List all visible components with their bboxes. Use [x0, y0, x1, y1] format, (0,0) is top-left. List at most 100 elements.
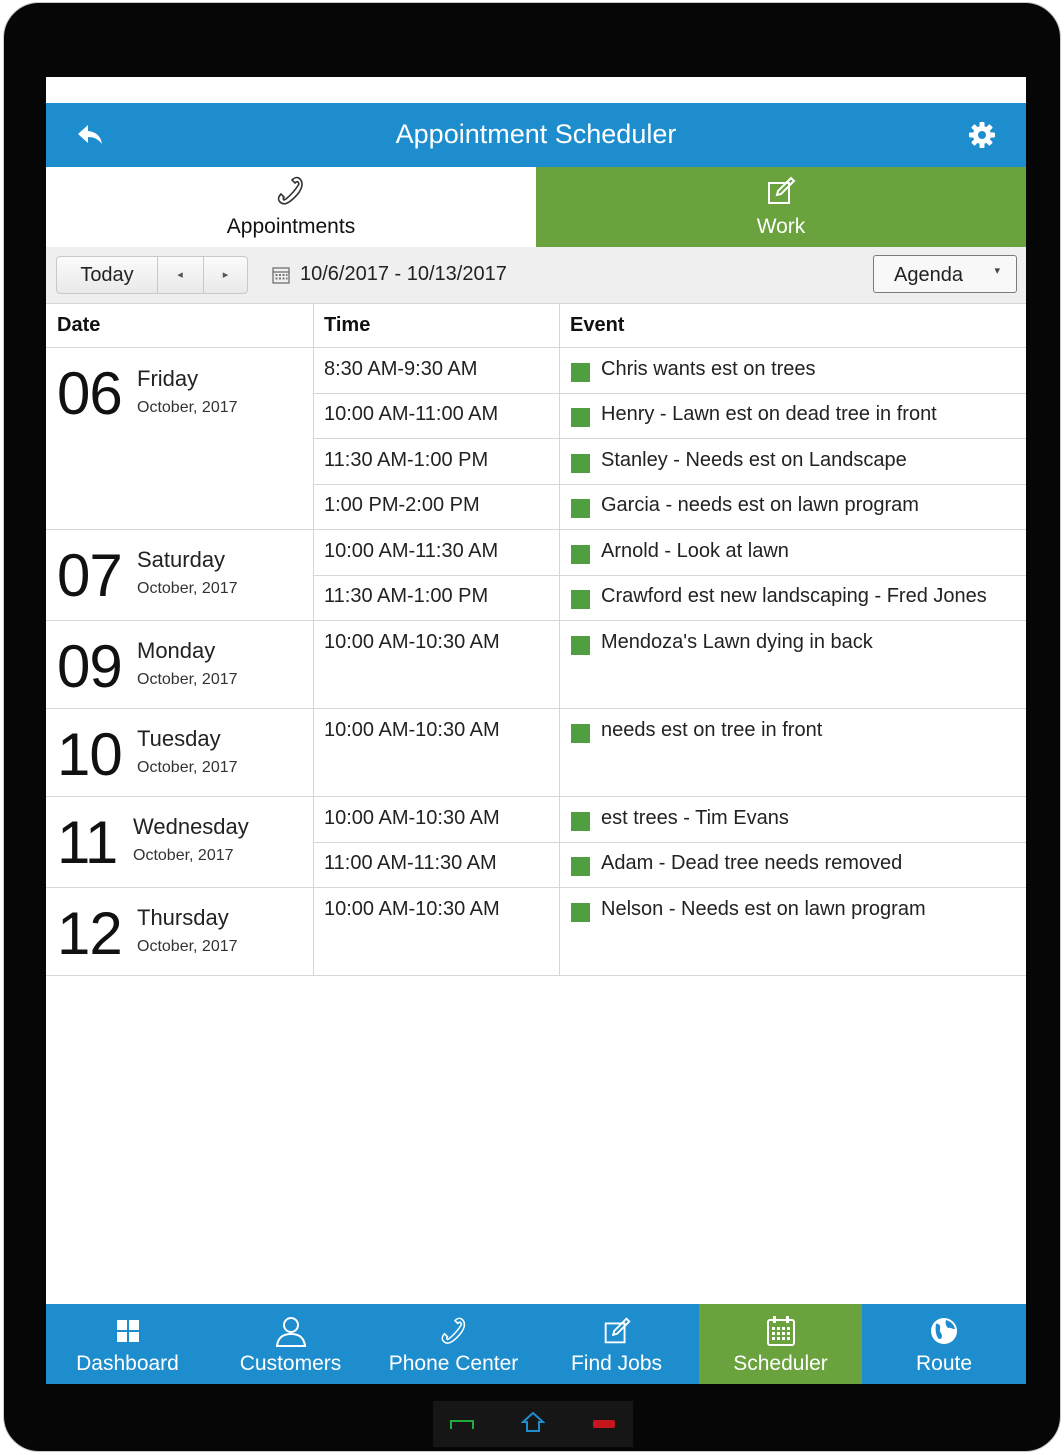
- event-color-square: [571, 857, 590, 876]
- phone-icon: [277, 176, 303, 205]
- nav-phone-center[interactable]: Phone Center: [372, 1304, 535, 1384]
- table-row[interactable]: 10:00 AM-11:00 AM Henry - Lawn est on de…: [314, 393, 1026, 439]
- day-number: 10: [57, 721, 123, 788]
- phone-icon: [441, 1317, 465, 1344]
- day-month: October, 2017: [137, 399, 238, 416]
- event-title: Garcia - needs est on lawn program: [601, 494, 919, 516]
- event-color-square: [571, 903, 590, 922]
- tab-appointments[interactable]: Appointments: [46, 167, 536, 247]
- event-color-square: [571, 724, 590, 743]
- event-time: 11:00 AM-11:30 AM: [324, 852, 497, 874]
- event-color-square: [571, 408, 590, 427]
- event-color-square: [571, 499, 590, 518]
- event-color-square: [571, 363, 590, 382]
- table-row[interactable]: 8:30 AM-9:30 AM Chris wants est on trees: [314, 348, 1026, 394]
- day-name: Monday: [137, 638, 216, 663]
- page-title: Appointment Scheduler: [395, 119, 677, 149]
- day-group: 09 Monday October, 2017 10:00 AM-10:30 A…: [46, 621, 1026, 709]
- column-header-time: Time: [324, 314, 371, 336]
- tab-work[interactable]: Work: [536, 167, 1026, 247]
- table-row[interactable]: 10:00 AM-11:30 AM Arnold - Look at lawn: [314, 530, 1026, 576]
- table-row[interactable]: 10:00 AM-10:30 AM needs est on tree in f…: [314, 709, 1026, 754]
- event-time: 10:00 AM-10:30 AM: [324, 898, 500, 920]
- event-time: 10:00 AM-10:30 AM: [324, 631, 500, 653]
- event-time: 10:00 AM-10:30 AM: [324, 807, 500, 829]
- event-time: 11:30 AM-1:00 PM: [324, 585, 489, 607]
- android-softkeys: [433, 1401, 633, 1447]
- table-row[interactable]: 11:00 AM-11:30 AM Adam - Dead tree needs…: [314, 842, 1026, 887]
- day-group: 06 Friday October, 2017 8:30 AM-9:30 AM …: [46, 348, 1026, 530]
- event-color-square: [571, 545, 590, 564]
- agenda-table: Date Time Event 06 Friday October, 2017 …: [46, 303, 1026, 976]
- event-title: Stanley - Needs est on Landscape: [601, 449, 907, 471]
- prev-button[interactable]: ◂: [157, 257, 204, 293]
- nav-route[interactable]: Route: [862, 1304, 1026, 1384]
- day-number: 07: [57, 542, 123, 609]
- day-number: 06: [57, 360, 123, 427]
- event-title: Crawford est new landscaping - Fred Jone…: [601, 585, 987, 607]
- customers-icon: [275, 1317, 306, 1347]
- nav-label: Route: [915, 1352, 973, 1375]
- nav-customers[interactable]: Customers: [209, 1304, 372, 1384]
- table-row[interactable]: 10:00 AM-10:30 AM Mendoza's Lawn dying i…: [314, 621, 1026, 666]
- calendar-toolbar: Today ◂ ▸ 10/6/2017 - 10/13/2017 Agenda …: [46, 247, 1026, 304]
- dashboard-icon: [116, 1320, 139, 1342]
- nav-dashboard[interactable]: Dashboard: [46, 1304, 209, 1384]
- title-bar: Appointment Scheduler: [46, 103, 1026, 167]
- day-number: 12: [57, 900, 123, 967]
- nav-label: Phone Center: [388, 1352, 519, 1375]
- table-row[interactable]: 10:00 AM-10:30 AM Nelson - Needs est on …: [314, 888, 1026, 933]
- nav-label: Scheduler: [733, 1352, 828, 1375]
- day-month: October, 2017: [133, 847, 234, 864]
- event-title: Nelson - Needs est on lawn program: [601, 898, 926, 920]
- day-month: October, 2017: [137, 938, 238, 955]
- event-color-square: [571, 454, 590, 473]
- day-month: October, 2017: [137, 759, 238, 776]
- nav-label: Find Jobs: [570, 1352, 663, 1375]
- edit-icon: [768, 176, 796, 204]
- event-color-square: [571, 636, 590, 655]
- end-call-icon[interactable]: [591, 1417, 617, 1431]
- view-select[interactable]: Agenda ▾: [873, 255, 1017, 293]
- table-row[interactable]: 11:30 AM-1:00 PM Crawford est new landsc…: [314, 575, 1026, 620]
- date-range: 10/6/2017 - 10/13/2017: [300, 263, 507, 285]
- day-name: Thursday: [137, 905, 229, 930]
- event-color-square: [571, 590, 590, 609]
- event-time: 10:00 AM-11:30 AM: [324, 540, 499, 562]
- day-name: Saturday: [137, 547, 226, 572]
- gear-icon[interactable]: [968, 121, 996, 149]
- call-icon[interactable]: [449, 1417, 475, 1431]
- nav-find-jobs[interactable]: Find Jobs: [535, 1304, 698, 1384]
- day-group: 12 Thursday October, 2017 10:00 AM-10:30…: [46, 888, 1026, 976]
- tablet-frame: Appointment Scheduler Appointments Work …: [3, 2, 1061, 1452]
- event-time: 10:00 AM-11:00 AM: [324, 403, 499, 425]
- day-name: Friday: [137, 366, 199, 391]
- event-time: 8:30 AM-9:30 AM: [324, 358, 478, 380]
- table-row[interactable]: 10:00 AM-10:30 AM est trees - Tim Evans: [314, 797, 1026, 843]
- table-row[interactable]: 1:00 PM-2:00 PM Garcia - needs est on la…: [314, 484, 1026, 529]
- calendar-icon: [272, 267, 290, 284]
- next-button[interactable]: ▸: [203, 257, 248, 293]
- event-title: Chris wants est on trees: [601, 358, 816, 380]
- event-title: Arnold - Look at lawn: [601, 540, 789, 562]
- day-month: October, 2017: [137, 580, 238, 597]
- day-group: 07 Saturday October, 2017 10:00 AM-11:30…: [46, 530, 1026, 621]
- home-icon[interactable]: [521, 1411, 545, 1433]
- globe-icon: [931, 1318, 957, 1344]
- day-number: 11: [57, 809, 118, 876]
- tab-appointments-label: Appointments: [226, 215, 356, 238]
- table-row[interactable]: 11:30 AM-1:00 PM Stanley - Needs est on …: [314, 439, 1026, 485]
- chevron-down-icon: ▾: [994, 265, 1000, 277]
- column-header-date: Date: [57, 314, 101, 336]
- edit-icon: [604, 1317, 631, 1344]
- event-title: est trees - Tim Evans: [601, 807, 789, 829]
- nav-button-group: Today ◂ ▸: [56, 256, 248, 294]
- nav-scheduler[interactable]: Scheduler: [699, 1304, 862, 1384]
- tab-work-label: Work: [756, 215, 806, 238]
- day-name: Wednesday: [133, 814, 249, 839]
- nav-label: Dashboard: [76, 1352, 179, 1375]
- today-button[interactable]: Today: [57, 257, 158, 293]
- calendar-icon: [766, 1316, 795, 1346]
- event-time: 11:30 AM-1:00 PM: [324, 449, 489, 471]
- bottom-nav: Dashboard Customers Phone Center Find Jo…: [46, 1304, 1026, 1384]
